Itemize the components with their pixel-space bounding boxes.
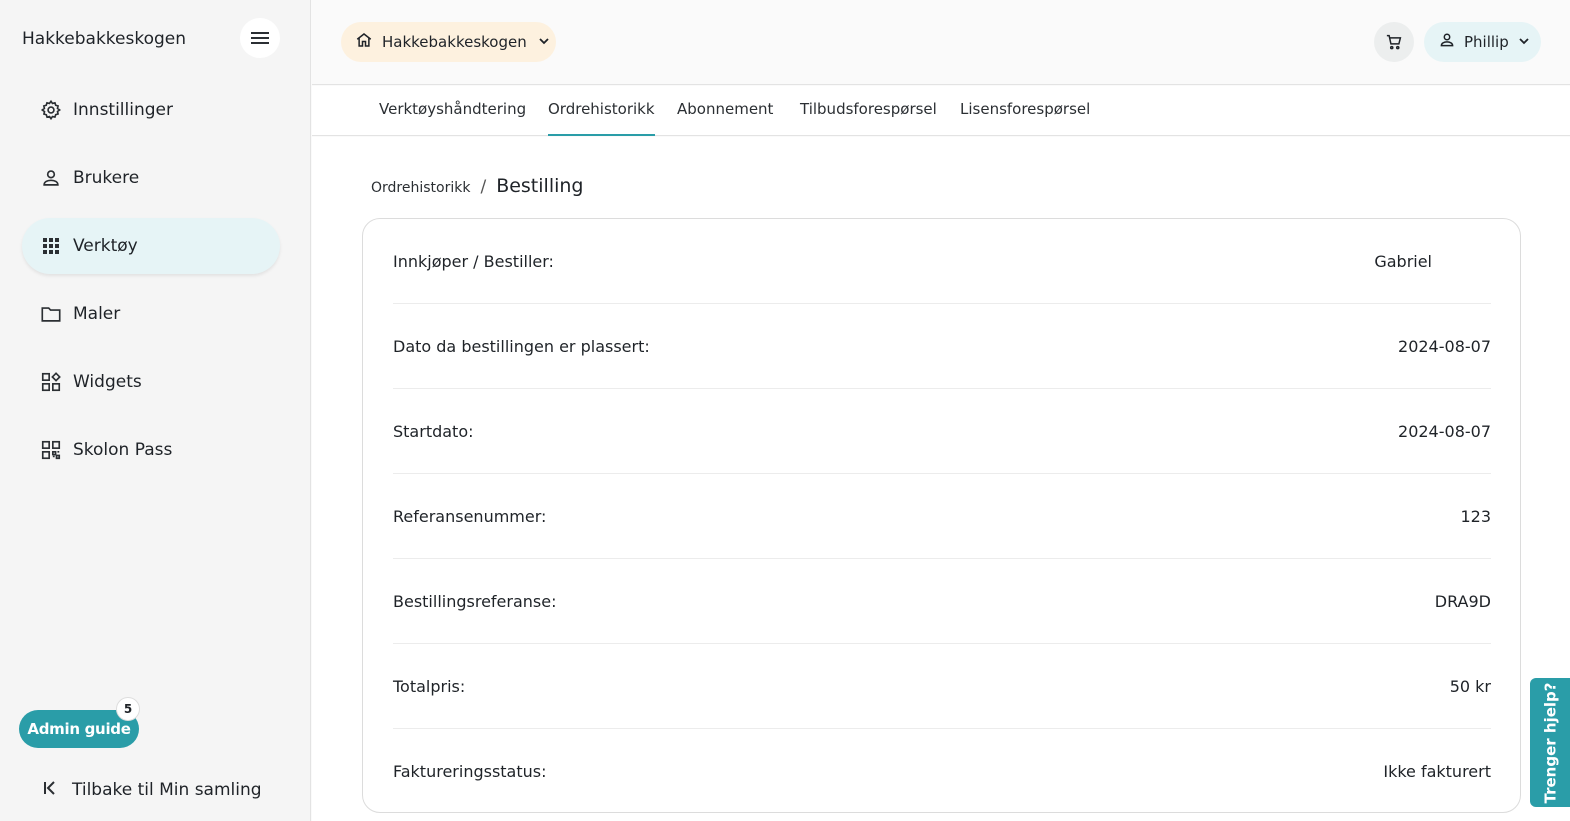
sidebar-item-label: Innstillinger bbox=[73, 100, 173, 120]
sidebar-item-label: Verktøy bbox=[73, 236, 138, 256]
sidebar-item-label: Maler bbox=[73, 304, 121, 324]
tab-ordrehistorikk[interactable]: Ordrehistorikk bbox=[548, 100, 655, 136]
sidebar: Hakkebakkeskogen Innstillinger Brukere V… bbox=[0, 0, 311, 821]
breadcrumb-separator: / bbox=[480, 177, 487, 197]
row-label: Innkjøper / Bestiller: bbox=[393, 251, 554, 271]
order-details-card: Innkjøper / Bestiller: Gabriel Dato da b… bbox=[362, 218, 1521, 813]
cart-button[interactable] bbox=[1374, 22, 1414, 62]
help-tab-button[interactable]: Trenger hjelp? bbox=[1530, 678, 1570, 807]
cart-icon bbox=[1386, 34, 1402, 50]
sidebar-item-widgets[interactable]: Widgets bbox=[22, 354, 280, 410]
folder-icon bbox=[40, 303, 62, 325]
row-value: Ikke fakturert bbox=[1383, 762, 1491, 781]
order-row-buyer: Innkjøper / Bestiller: Gabriel bbox=[393, 219, 1491, 304]
sidebar-item-label: Widgets bbox=[73, 372, 142, 392]
tab-abonnement[interactable]: Abonnement bbox=[677, 100, 773, 136]
row-label: Totalpris: bbox=[393, 676, 466, 696]
org-selector[interactable]: Hakkebakkeskogen bbox=[341, 22, 556, 62]
help-tab-label: Trenger hjelp? bbox=[1541, 682, 1559, 803]
sidebar-item-verktoy[interactable]: Verktøy bbox=[22, 218, 280, 274]
admin-guide-badge: 5 bbox=[116, 697, 140, 721]
row-value: 123 bbox=[1460, 506, 1491, 526]
row-label: Referansenummer: bbox=[393, 506, 547, 526]
breadcrumb-parent-link[interactable]: Ordrehistorikk bbox=[371, 180, 470, 196]
tab-tilbudsforesporsel[interactable]: Tilbudsforespørsel bbox=[800, 100, 937, 136]
sidebar-item-skolon-pass[interactable]: Skolon Pass bbox=[22, 422, 280, 478]
order-row-total-price: Totalpris: 50 kr bbox=[393, 644, 1491, 729]
sidebar-item-brukere[interactable]: Brukere bbox=[22, 150, 280, 206]
order-row-billing-status: Faktureringsstatus: Ikke fakturert bbox=[393, 729, 1491, 814]
collapse-left-icon bbox=[40, 778, 60, 802]
sidebar-item-maler[interactable]: Maler bbox=[22, 286, 280, 342]
hamburger-menu-button[interactable] bbox=[240, 18, 280, 58]
back-link-label: Tilbake til Min samling bbox=[72, 780, 262, 800]
top-bar: Hakkebakkeskogen Phillip bbox=[312, 0, 1570, 85]
widgets-icon bbox=[40, 371, 62, 393]
hamburger-icon bbox=[251, 32, 269, 44]
sidebar-item-label: Brukere bbox=[73, 168, 140, 188]
org-selector-label: Hakkebakkeskogen bbox=[382, 33, 527, 51]
row-value: DRA9D bbox=[1434, 591, 1491, 611]
breadcrumb: Ordrehistorikk / Bestilling bbox=[371, 175, 583, 197]
order-row-reference-number: Referansenummer: 123 bbox=[393, 474, 1491, 559]
sidebar-item-innstillinger[interactable]: Innstillinger bbox=[22, 82, 280, 138]
user-icon bbox=[40, 167, 62, 189]
order-row-placed-date: Dato da bestillingen er plassert: 2024-0… bbox=[393, 304, 1491, 389]
row-value: Gabriel bbox=[1374, 251, 1432, 271]
row-value: 2024-08-07 bbox=[1398, 421, 1491, 441]
breadcrumb-current: Bestilling bbox=[496, 175, 584, 197]
order-row-order-reference: Bestillingsreferanse: DRA9D bbox=[393, 559, 1491, 644]
gear-icon bbox=[40, 99, 62, 121]
tab-lisensforesporsel[interactable]: Lisensforespørsel bbox=[960, 100, 1090, 136]
row-value: 2024-08-07 bbox=[1398, 336, 1491, 356]
user-menu[interactable]: Phillip bbox=[1424, 22, 1541, 62]
user-icon bbox=[1438, 31, 1456, 53]
row-label: Bestillingsreferanse: bbox=[393, 591, 557, 611]
main-content: Ordrehistorikk / Bestilling Innkjøper / … bbox=[312, 137, 1570, 821]
user-name: Phillip bbox=[1464, 33, 1509, 51]
tab-bar: Verktøyshåndtering Ordrehistorikk Abonne… bbox=[312, 86, 1570, 136]
back-to-collection-link[interactable]: Tilbake til Min samling bbox=[40, 778, 262, 802]
home-icon bbox=[355, 31, 373, 53]
row-value: 50 kr bbox=[1449, 676, 1491, 696]
chevron-down-icon bbox=[537, 33, 551, 52]
sidebar-item-label: Skolon Pass bbox=[73, 440, 173, 460]
grid-icon bbox=[40, 235, 62, 257]
tab-verktoyshandtering[interactable]: Verktøyshåndtering bbox=[379, 100, 526, 136]
order-row-start-date: Startdato: 2024-08-07 bbox=[393, 389, 1491, 474]
row-label: Faktureringsstatus: bbox=[393, 762, 547, 781]
chevron-down-icon bbox=[1517, 33, 1531, 52]
sidebar-org-name: Hakkebakkeskogen bbox=[22, 29, 187, 49]
row-label: Dato da bestillingen er plassert: bbox=[393, 336, 650, 356]
row-label: Startdato: bbox=[393, 421, 474, 441]
qr-icon bbox=[40, 439, 62, 461]
